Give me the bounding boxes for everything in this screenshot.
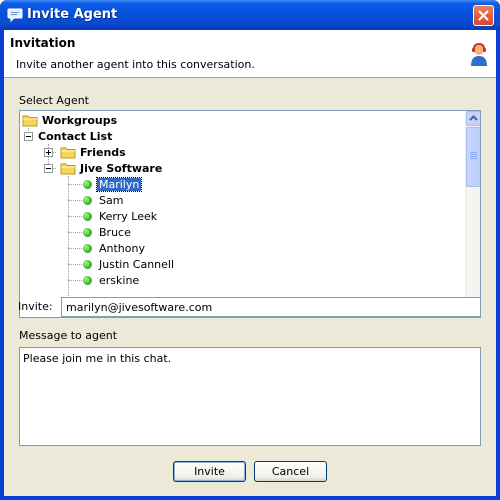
header-panel: Invitation Invite another agent into thi… bbox=[4, 30, 496, 78]
folder-icon bbox=[22, 115, 38, 126]
invite-agent-window: Invite Agent Invitation Invite another a… bbox=[0, 0, 500, 500]
online-status-icon bbox=[83, 211, 92, 221]
contact-item[interactable]: erskine bbox=[80, 272, 141, 288]
tree-node-label: Friends bbox=[80, 145, 126, 159]
contact-item[interactable]: Anthony bbox=[80, 240, 147, 256]
online-status-icon bbox=[83, 227, 92, 237]
cancel-button[interactable]: Cancel bbox=[254, 461, 327, 482]
tree-node-label: Jive Software bbox=[80, 161, 163, 175]
message-label: Message to agent bbox=[19, 329, 118, 342]
contact-item[interactable]: Justin Cannell bbox=[80, 256, 176, 272]
folder-icon bbox=[60, 147, 76, 158]
contact-name: Marilyn bbox=[95, 176, 143, 192]
close-icon bbox=[478, 10, 489, 21]
contact-name: Bruce bbox=[99, 225, 131, 239]
contact-name: Kerry Leek bbox=[99, 209, 158, 223]
online-status-icon bbox=[83, 259, 92, 269]
tree-node-label: Workgroups bbox=[42, 113, 118, 127]
title-bar[interactable]: Invite Agent bbox=[0, 0, 500, 30]
close-button[interactable] bbox=[473, 5, 494, 26]
folder-icon bbox=[60, 163, 76, 174]
contact-name: Justin Cannell bbox=[99, 257, 175, 271]
window-title: Invite Agent bbox=[27, 7, 118, 22]
invite-label: Invite: bbox=[18, 300, 53, 313]
header-description: Invite another agent into this conversat… bbox=[16, 58, 255, 71]
select-agent-label: Select Agent bbox=[19, 94, 89, 107]
tree-node-label: Contact List bbox=[38, 129, 113, 143]
header-title: Invitation bbox=[10, 36, 76, 50]
scroll-up-button[interactable] bbox=[466, 111, 480, 126]
tree-node-contact-list[interactable]: Contact List bbox=[36, 128, 114, 144]
contact-name: Anthony bbox=[99, 241, 145, 255]
tree-node-friends[interactable]: Friends bbox=[60, 144, 128, 160]
chat-bubble-icon bbox=[7, 8, 23, 23]
agent-tree[interactable]: Workgroups Contact List Friends Jive Sof… bbox=[19, 110, 481, 318]
online-status-icon bbox=[83, 243, 92, 253]
agent-headset-icon bbox=[471, 42, 487, 66]
online-status-icon bbox=[83, 179, 92, 189]
contact-name: erskine bbox=[99, 273, 140, 287]
invite-button[interactable]: Invite bbox=[173, 461, 246, 482]
tree-scrollbar[interactable] bbox=[465, 111, 480, 317]
message-textarea[interactable]: Please join me in this chat. bbox=[19, 347, 481, 446]
contact-item[interactable]: Kerry Leek bbox=[80, 208, 159, 224]
scroll-thumb[interactable] bbox=[466, 127, 480, 187]
online-status-icon bbox=[83, 275, 92, 285]
tree-node-workgroups[interactable]: Workgroups bbox=[22, 112, 119, 128]
tree-node-jive-software[interactable]: Jive Software bbox=[60, 160, 164, 176]
collapse-toggle[interactable] bbox=[24, 132, 33, 141]
contact-item[interactable]: Bruce bbox=[80, 224, 133, 240]
chevron-up-icon bbox=[469, 115, 478, 121]
contact-item[interactable]: Sam bbox=[80, 192, 125, 208]
contact-item[interactable]: Marilyn bbox=[80, 176, 143, 192]
dialog-body: Invitation Invite another agent into thi… bbox=[4, 30, 496, 496]
invite-input[interactable]: marilyn@jivesoftware.com bbox=[61, 297, 481, 317]
collapse-toggle[interactable] bbox=[44, 164, 53, 173]
expand-toggle[interactable] bbox=[44, 148, 53, 157]
online-status-icon bbox=[83, 195, 92, 205]
contact-name: Sam bbox=[99, 193, 124, 207]
